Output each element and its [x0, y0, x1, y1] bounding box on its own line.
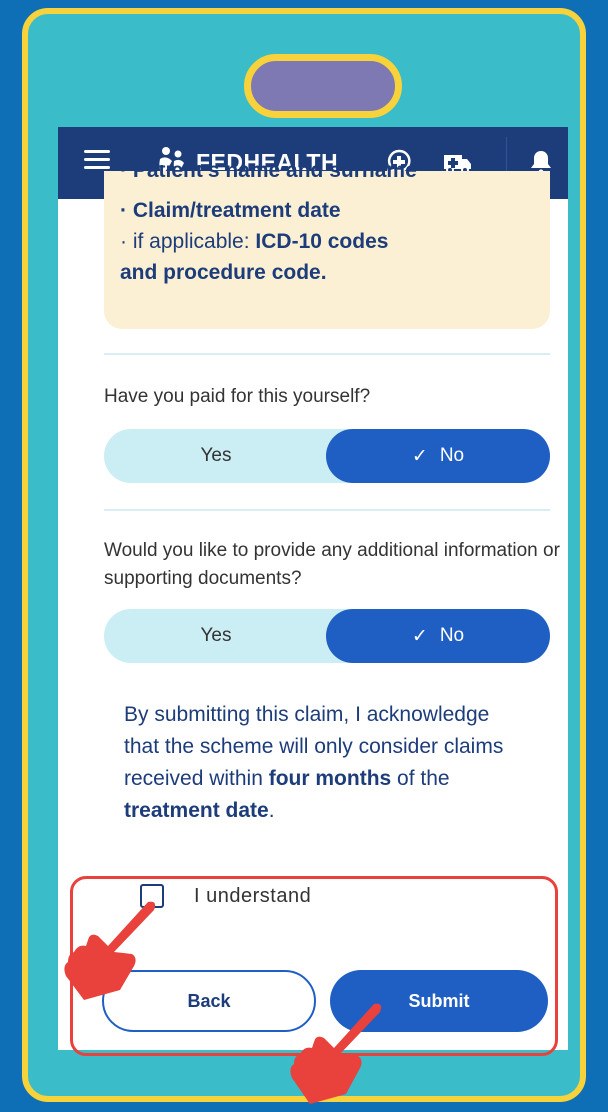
- pointing-hand-icon: [290, 1003, 382, 1104]
- section-divider: [104, 509, 550, 511]
- info-line-icd: · if applicable: ICD-10 codes: [120, 230, 389, 253]
- info-line-claim-date: · Claim/treatment date: [120, 199, 341, 222]
- info-line-cut: · Patient's name and surname: [120, 165, 417, 182]
- additional-yes-option[interactable]: Yes: [104, 609, 328, 663]
- additional-info-toggle[interactable]: Yes ✓ No: [104, 609, 550, 663]
- acknowledgement-text: By submitting this claim, I acknowledge …: [124, 703, 504, 822]
- paid-no-option[interactable]: ✓ No: [326, 429, 550, 483]
- info-line-procedure: and procedure code.: [120, 261, 327, 284]
- paid-yes-option[interactable]: Yes: [104, 429, 328, 483]
- check-icon: ✓: [411, 445, 428, 467]
- pointing-hand-icon: [64, 901, 156, 1000]
- required-info-box: · Patient's name and surname · Claim/tre…: [104, 165, 550, 329]
- question-paid-yourself: Have you paid for this yourself?: [104, 386, 371, 407]
- section-divider: [104, 353, 550, 355]
- question-additional-info: Would you like to provide any additional…: [104, 540, 560, 589]
- check-icon: ✓: [411, 625, 428, 647]
- phone-notch: [244, 54, 402, 118]
- additional-no-option[interactable]: ✓ No: [326, 609, 550, 663]
- paid-yourself-toggle[interactable]: Yes ✓ No: [104, 429, 550, 483]
